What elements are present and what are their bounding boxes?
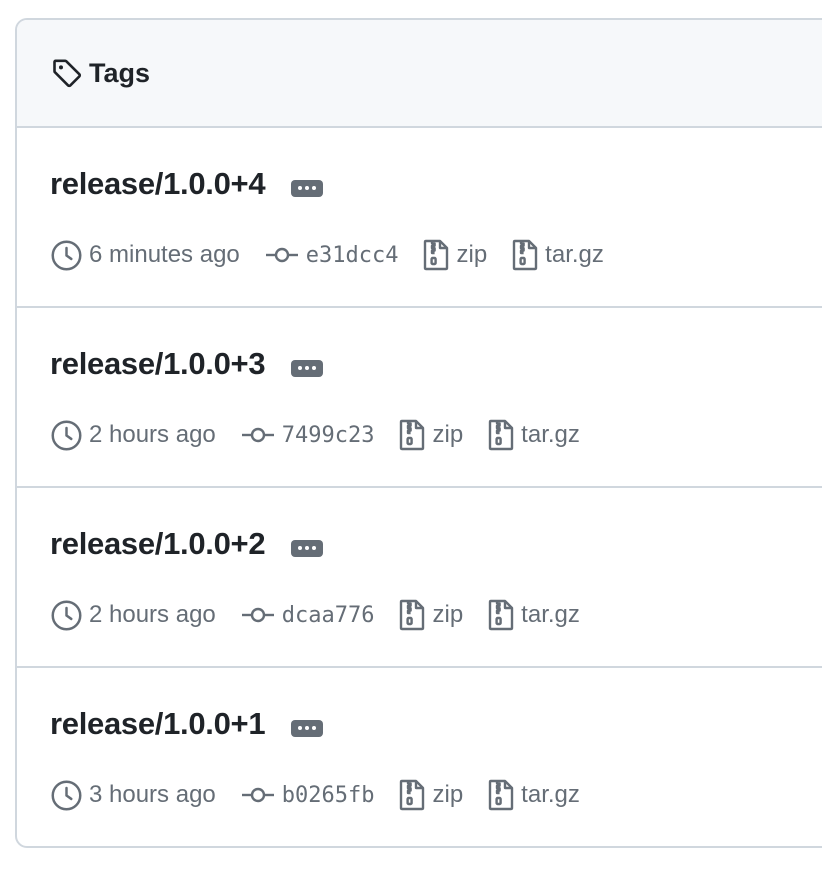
download-zip-link[interactable]: zip — [398, 598, 463, 632]
commit-link[interactable]: dcaa776 — [240, 603, 375, 628]
file-zip-icon — [398, 778, 426, 812]
zip-label[interactable]: zip — [432, 781, 463, 809]
relative-time: 3 hours ago — [89, 781, 216, 808]
download-zip-link[interactable]: zip — [398, 418, 463, 452]
relative-time: 6 minutes ago — [89, 241, 240, 268]
more-options-button[interactable] — [291, 359, 324, 377]
tag-time: 2 hours ago — [50, 419, 216, 452]
download-targz-link[interactable]: tar.gz — [511, 238, 604, 272]
tag-time: 6 minutes ago — [50, 239, 240, 272]
download-targz-link[interactable]: tar.gz — [487, 598, 580, 632]
targz-label[interactable]: tar.gz — [521, 601, 580, 629]
file-zip-icon — [487, 418, 515, 452]
zip-label[interactable]: zip — [432, 601, 463, 629]
zip-label[interactable]: zip — [456, 241, 487, 269]
commit-link[interactable]: 7499c23 — [240, 423, 375, 448]
clock-icon — [50, 779, 83, 812]
commit-icon — [240, 785, 276, 805]
download-zip-link[interactable]: zip — [422, 238, 487, 272]
tag-icon — [51, 57, 83, 89]
clock-icon — [50, 239, 83, 272]
clock-icon — [50, 419, 83, 452]
zip-label[interactable]: zip — [432, 421, 463, 449]
commit-sha[interactable]: dcaa776 — [282, 603, 375, 628]
relative-time: 2 hours ago — [89, 421, 216, 448]
tag-name-link[interactable]: release/1.0.0+2 — [50, 526, 266, 562]
targz-label[interactable]: tar.gz — [521, 781, 580, 809]
tag-name-link[interactable]: release/1.0.0+1 — [50, 706, 266, 742]
commit-icon — [264, 245, 300, 265]
file-zip-icon — [398, 418, 426, 452]
tags-header: Tags — [17, 20, 822, 128]
download-targz-link[interactable]: tar.gz — [487, 778, 580, 812]
relative-time: 2 hours ago — [89, 601, 216, 628]
file-zip-icon — [487, 598, 515, 632]
commit-icon — [240, 605, 276, 625]
commit-link[interactable]: b0265fb — [240, 783, 375, 808]
tag-row: release/1.0.0+2 2 hours ago dcaa776 zip … — [17, 488, 822, 668]
more-options-button[interactable] — [291, 179, 324, 197]
targz-label[interactable]: tar.gz — [545, 241, 604, 269]
tag-row: release/1.0.0+3 2 hours ago 7499c23 zip … — [17, 308, 822, 488]
file-zip-icon — [398, 598, 426, 632]
tag-row: release/1.0.0+1 3 hours ago b0265fb zip … — [17, 668, 822, 846]
tag-name-link[interactable]: release/1.0.0+4 — [50, 166, 266, 202]
tag-row: release/1.0.0+4 6 minutes ago e31dcc4 zi… — [17, 128, 822, 308]
commit-sha[interactable]: e31dcc4 — [306, 243, 399, 268]
commit-sha[interactable]: b0265fb — [282, 783, 375, 808]
tag-time: 2 hours ago — [50, 599, 216, 632]
tag-time: 3 hours ago — [50, 779, 216, 812]
file-zip-icon — [487, 778, 515, 812]
tag-name-link[interactable]: release/1.0.0+3 — [50, 346, 266, 382]
file-zip-icon — [511, 238, 539, 272]
file-zip-icon — [422, 238, 450, 272]
targz-label[interactable]: tar.gz — [521, 421, 580, 449]
tags-box: Tags release/1.0.0+4 6 minutes ago e31dc… — [15, 18, 822, 848]
download-targz-link[interactable]: tar.gz — [487, 418, 580, 452]
page-title: Tags — [89, 57, 151, 88]
commit-sha[interactable]: 7499c23 — [282, 423, 375, 448]
more-options-button[interactable] — [291, 539, 324, 557]
commit-icon — [240, 425, 276, 445]
more-options-button[interactable] — [291, 719, 324, 737]
clock-icon — [50, 599, 83, 632]
commit-link[interactable]: e31dcc4 — [264, 243, 399, 268]
download-zip-link[interactable]: zip — [398, 778, 463, 812]
